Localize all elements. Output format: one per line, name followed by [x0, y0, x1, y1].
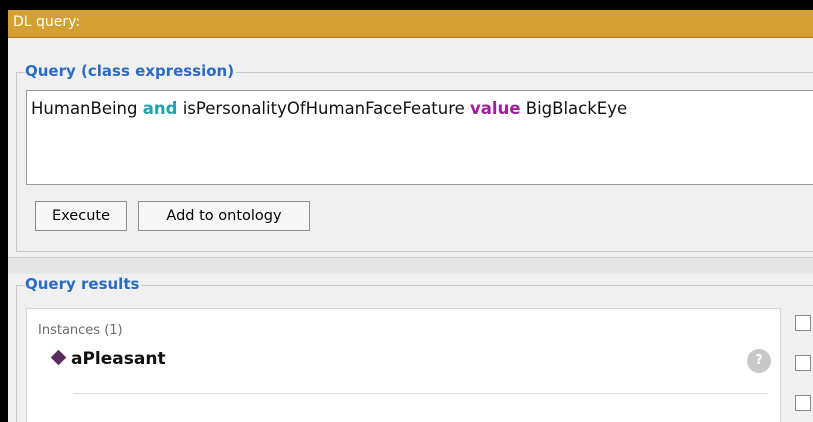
- query-section-label: Query (class expression): [25, 62, 237, 80]
- result-option-checkbox-3[interactable]: [795, 395, 811, 411]
- results-section-label: Query results: [25, 275, 142, 293]
- result-option-checkbox-2[interactable]: [795, 355, 811, 371]
- execute-button[interactable]: Execute: [35, 201, 127, 231]
- window-frame: DL query: Query (class expression) Human…: [0, 0, 813, 422]
- instances-header: Instances (1): [38, 323, 123, 338]
- result-item-label: aPleasant: [71, 349, 166, 369]
- add-to-ontology-button[interactable]: Add to ontology: [138, 201, 310, 231]
- help-icon[interactable]: ?: [747, 349, 771, 373]
- individual-diamond-icon: [50, 349, 67, 366]
- dl-query-panel: DL query: Query (class expression) Human…: [8, 10, 813, 422]
- query-keyword-and: and: [142, 99, 178, 118]
- query-term-humanbeing: HumanBeing: [31, 99, 143, 118]
- results-list: Instances (1) aPleasant ?: [26, 308, 781, 422]
- query-expression-text: HumanBeing and isPersonalityOfHumanFaceF…: [31, 99, 627, 118]
- query-keyword-value: value: [470, 99, 521, 118]
- panel-titlebar: DL query:: [8, 10, 813, 38]
- panel-title: DL query:: [13, 14, 81, 30]
- query-term-property: isPersonalityOfHumanFaceFeature: [177, 99, 471, 118]
- query-term-individual: BigBlackEye: [520, 99, 628, 118]
- result-option-checkbox-1[interactable]: [795, 315, 811, 331]
- result-separator: [73, 393, 768, 394]
- query-expression-editor[interactable]: HumanBeing and isPersonalityOfHumanFaceF…: [26, 90, 813, 185]
- section-divider: [8, 257, 813, 274]
- result-item-apleasant[interactable]: aPleasant: [50, 349, 166, 369]
